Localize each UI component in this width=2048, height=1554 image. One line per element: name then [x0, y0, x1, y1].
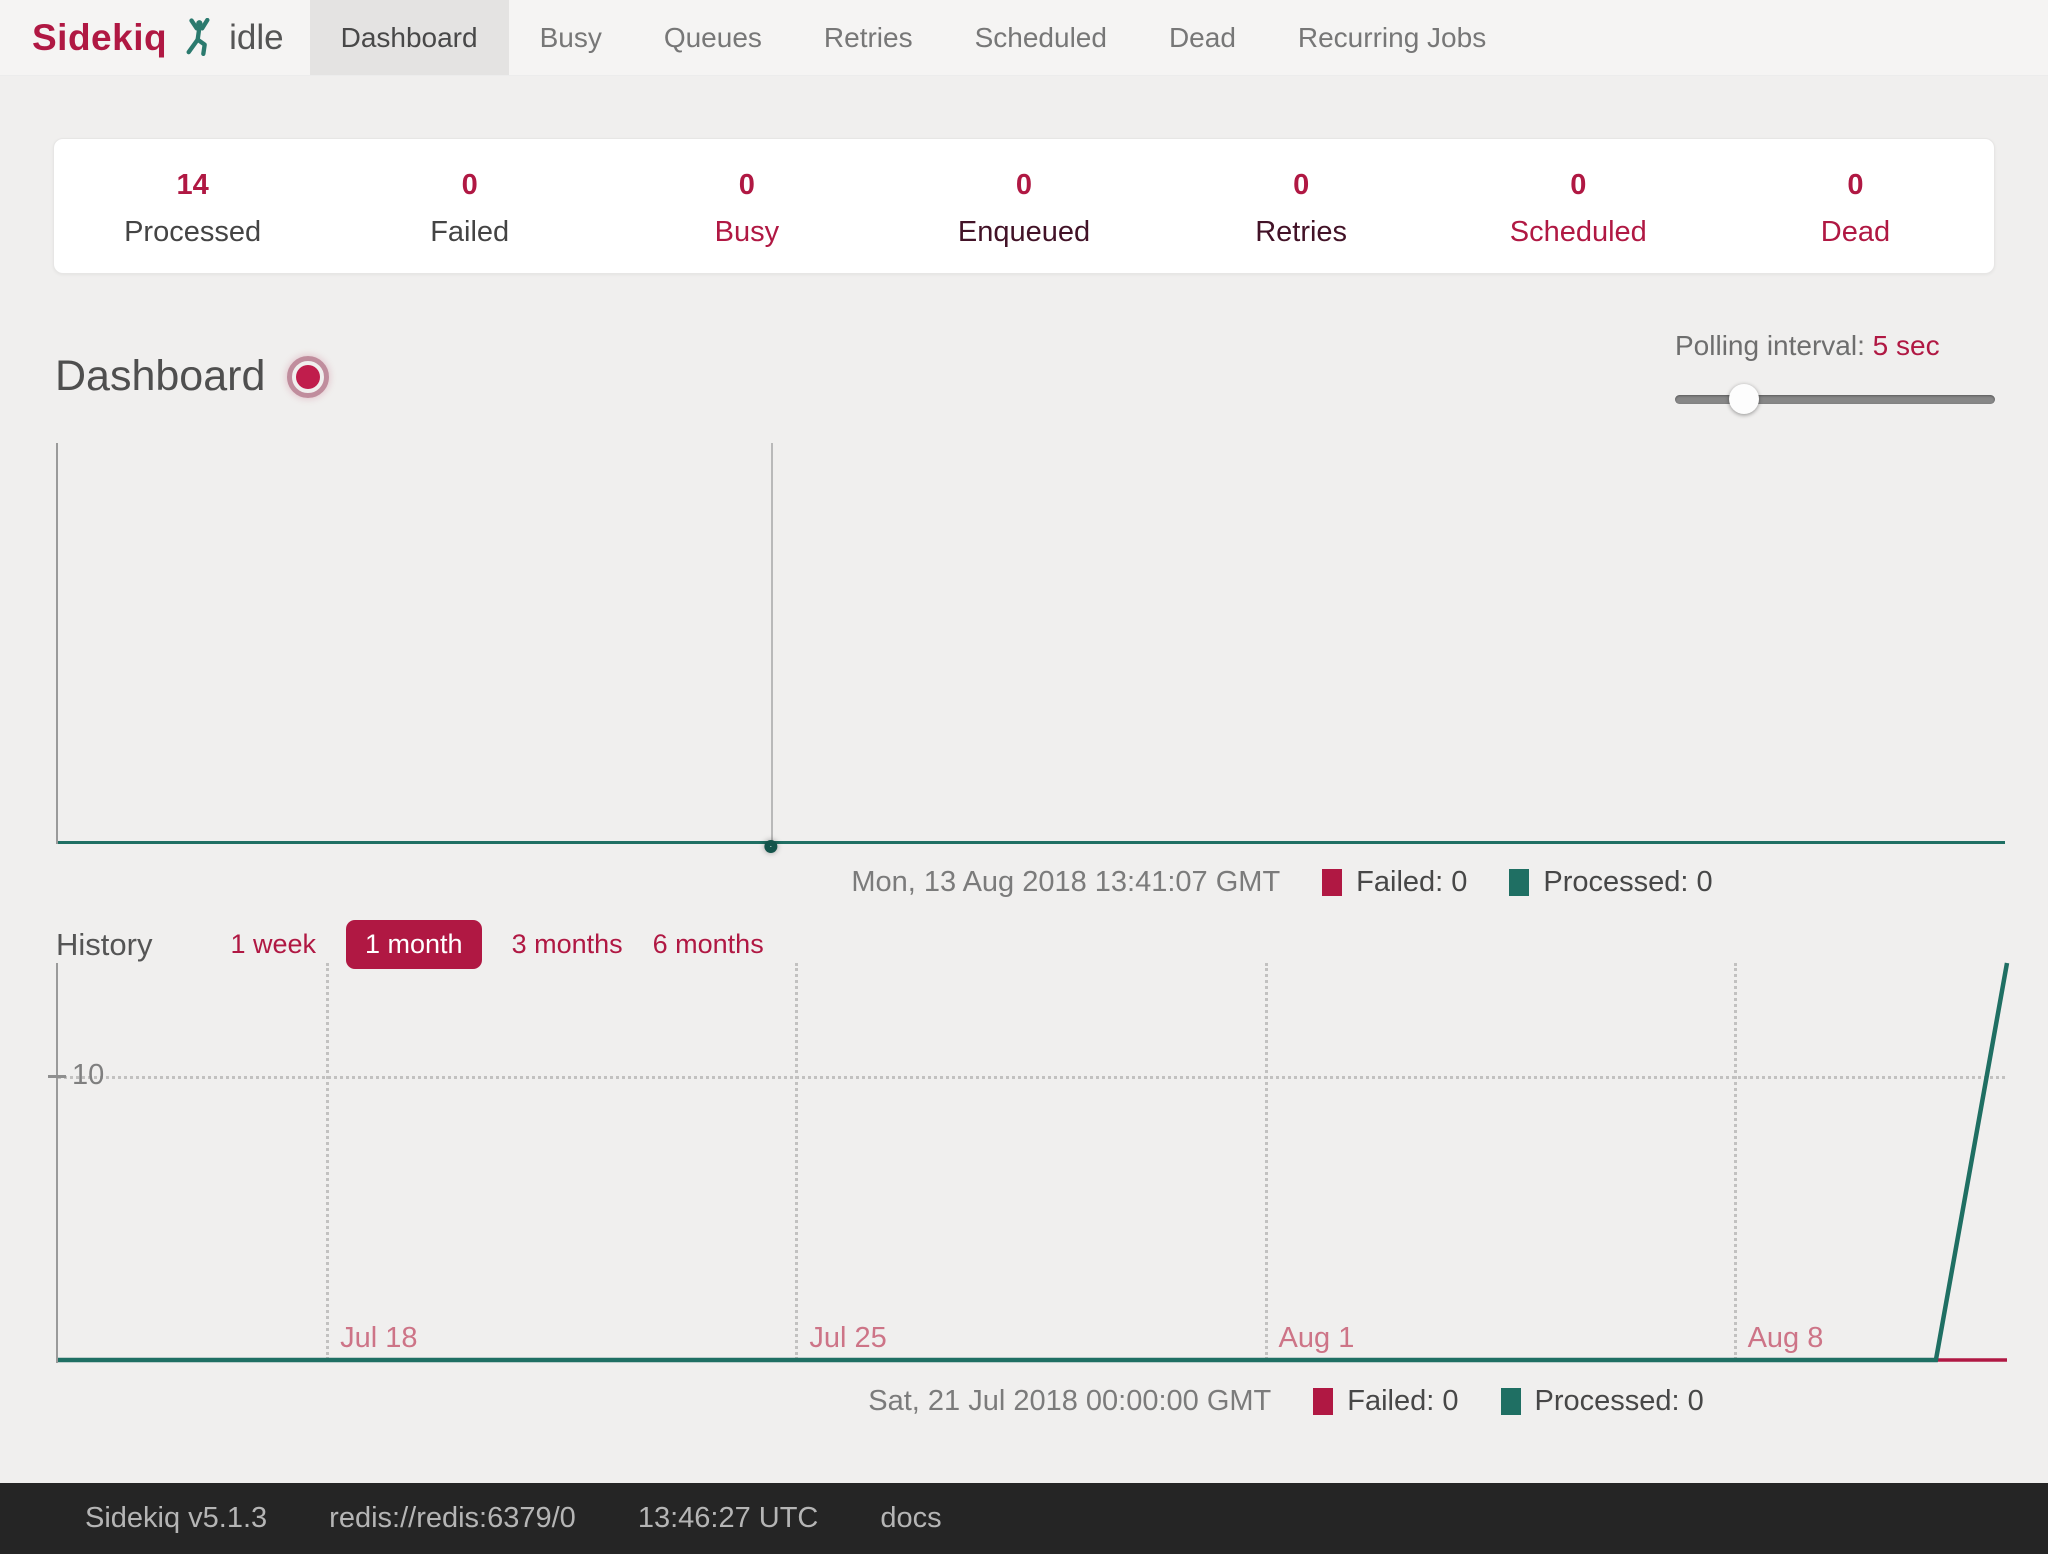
footer-version: Sidekiq v5.1.3 — [85, 1502, 267, 1535]
history-legend-processed: Processed: 0 — [1501, 1385, 1704, 1418]
stat-retries: 0 Retries — [1163, 139, 1440, 273]
history-series-lines — [58, 963, 2007, 1363]
stat-dead: 0 Dead — [1717, 139, 1994, 273]
x-tick-label: Jul 18 — [340, 1322, 417, 1355]
sidekiq-logo[interactable]: Sidekiq — [32, 17, 167, 59]
footer-docs-link[interactable]: docs — [880, 1502, 941, 1535]
page-title: Dashboard — [55, 352, 329, 401]
realtime-legend-failed: Failed: 0 — [1322, 866, 1467, 899]
polling-control: Polling interval: 5 sec — [1675, 330, 1995, 412]
tab-dead[interactable]: Dead — [1138, 0, 1267, 75]
range-3-months[interactable]: 3 months — [512, 929, 623, 960]
worker-status: idle — [229, 18, 283, 58]
tab-busy[interactable]: Busy — [509, 0, 633, 75]
nav-tabs: Dashboard Busy Queues Retries Scheduled … — [310, 0, 1518, 75]
tab-recurring-jobs[interactable]: Recurring Jobs — [1267, 0, 1517, 75]
footer-time: 13:46:27 UTC — [638, 1502, 819, 1535]
chart-cursor-point — [764, 840, 777, 853]
footer-redis-url: redis://redis:6379/0 — [329, 1502, 576, 1535]
failed-swatch-icon — [1313, 1388, 1333, 1415]
failed-swatch-icon — [1322, 869, 1342, 896]
brand-group: Sidekiq idle — [0, 0, 310, 75]
page-title-text: Dashboard — [55, 352, 265, 401]
history-legend-failed: Failed: 0 — [1313, 1385, 1458, 1418]
live-beacon-icon — [287, 356, 329, 398]
polling-slider[interactable] — [1675, 386, 1995, 412]
stat-retries-value: 0 — [1293, 169, 1309, 202]
history-title: History — [56, 927, 152, 963]
runner-icon — [179, 18, 219, 58]
stat-enqueued: 0 Enqueued — [885, 139, 1162, 273]
navbar: Sidekiq idle Dashboard Busy Queues Retri… — [0, 0, 2048, 76]
tab-retries[interactable]: Retries — [793, 0, 944, 75]
x-tick-label: Aug 1 — [1279, 1322, 1355, 1355]
processed-swatch-icon — [1509, 869, 1529, 896]
series-line-processed — [58, 963, 2007, 1360]
range-1-month[interactable]: 1 month — [346, 920, 482, 969]
slider-track — [1675, 395, 1995, 404]
stat-processed: 14 Processed — [54, 139, 331, 273]
history-range-picker: 1 week 1 month 3 months 6 months — [230, 920, 763, 969]
stat-busy-value: 0 — [739, 169, 755, 202]
stat-enqueued-value: 0 — [1016, 169, 1032, 202]
range-1-week[interactable]: 1 week — [230, 929, 316, 960]
stat-failed-value: 0 — [462, 169, 478, 202]
chart-cursor-line — [771, 443, 773, 841]
history-header: History 1 week 1 month 3 months 6 months — [56, 920, 764, 969]
realtime-legend: Mon, 13 Aug 2018 13:41:07 GMT Failed: 0 … — [258, 866, 2048, 899]
polling-label: Polling interval: — [1675, 330, 1865, 361]
stat-failed: 0 Failed — [331, 139, 608, 273]
range-6-months[interactable]: 6 months — [653, 929, 764, 960]
history-legend: Sat, 21 Jul 2018 00:00:00 GMT Failed: 0 … — [262, 1385, 2048, 1418]
history-chart[interactable]: 10 Jul 18 Jul 25 Aug 1 Aug 8 — [56, 963, 2005, 1363]
history-legend-timestamp: Sat, 21 Jul 2018 00:00:00 GMT — [868, 1385, 1271, 1418]
realtime-legend-timestamp: Mon, 13 Aug 2018 13:41:07 GMT — [851, 866, 1280, 899]
stat-scheduled: 0 Scheduled — [1440, 139, 1717, 273]
tab-scheduled[interactable]: Scheduled — [944, 0, 1138, 75]
realtime-chart[interactable] — [56, 443, 2005, 844]
stat-scheduled-value: 0 — [1570, 169, 1586, 202]
stat-busy-link[interactable]: Busy — [715, 216, 779, 249]
stat-retries-link[interactable]: Retries — [1255, 216, 1347, 249]
processed-swatch-icon — [1501, 1388, 1521, 1415]
slider-thumb[interactable] — [1729, 384, 1759, 414]
stat-processed-label: Processed — [124, 216, 261, 249]
stat-enqueued-link[interactable]: Enqueued — [958, 216, 1090, 249]
stats-summary-card: 14 Processed 0 Failed 0 Busy 0 Enqueued … — [53, 138, 1995, 274]
sidekiq-dashboard-page: Sidekiq idle Dashboard Busy Queues Retri… — [0, 0, 2048, 1554]
processed-line — [58, 841, 2005, 844]
tab-dashboard[interactable]: Dashboard — [310, 0, 509, 75]
stat-scheduled-link[interactable]: Scheduled — [1510, 216, 1647, 249]
tab-queues[interactable]: Queues — [633, 0, 793, 75]
realtime-legend-processed: Processed: 0 — [1509, 866, 1712, 899]
stat-failed-label: Failed — [430, 216, 509, 249]
x-tick-label: Jul 25 — [809, 1322, 886, 1355]
polling-value[interactable]: 5 sec — [1873, 330, 1940, 361]
stat-dead-value: 0 — [1847, 169, 1863, 202]
x-tick-label: Aug 8 — [1748, 1322, 1824, 1355]
footer: Sidekiq v5.1.3 redis://redis:6379/0 13:4… — [0, 1483, 2048, 1554]
stat-dead-link[interactable]: Dead — [1821, 216, 1890, 249]
stat-processed-value: 14 — [176, 169, 208, 202]
stat-busy: 0 Busy — [608, 139, 885, 273]
